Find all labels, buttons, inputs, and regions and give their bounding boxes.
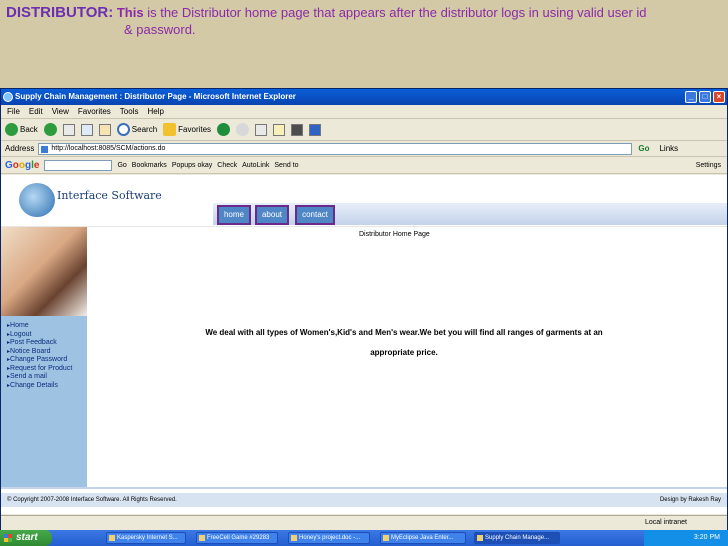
start-button[interactable]: start bbox=[0, 530, 52, 546]
page-content: Interface Software home about contact Ho… bbox=[1, 175, 727, 514]
menu-edit[interactable]: Edit bbox=[29, 105, 43, 118]
footer-divider bbox=[1, 487, 727, 489]
site-logo-text: Interface Software bbox=[57, 189, 162, 202]
copyright-text: © Copyright 2007-2008 Interface Software… bbox=[7, 497, 177, 503]
google-go-button[interactable]: Go bbox=[117, 162, 126, 169]
minimize-button[interactable]: _ bbox=[685, 91, 697, 103]
task-supply-chain[interactable]: Supply Chain Manage... bbox=[474, 532, 560, 544]
operator-photo bbox=[1, 227, 87, 316]
ie-icon bbox=[3, 92, 13, 102]
sendto-button[interactable]: Send to bbox=[274, 162, 298, 169]
tool-icon[interactable] bbox=[291, 123, 304, 136]
task-myeclipse[interactable]: MyEclipse Java Enter... bbox=[380, 532, 466, 544]
menu-help[interactable]: Help bbox=[147, 105, 163, 118]
nav-home[interactable]: home bbox=[217, 205, 251, 225]
go-button[interactable]: Go bbox=[638, 144, 649, 153]
google-toolbar: Google Go Bookmarks Popups okay Check Au… bbox=[1, 157, 727, 174]
edit-icon[interactable] bbox=[273, 123, 286, 136]
check-button[interactable]: Check bbox=[217, 162, 237, 169]
forward-button[interactable] bbox=[43, 123, 57, 136]
nav-about[interactable]: about bbox=[255, 205, 289, 225]
sidebar-item-change-details[interactable]: Change Details bbox=[7, 382, 87, 391]
menu-favorites[interactable]: Favorites bbox=[78, 105, 111, 118]
menu-file[interactable]: File bbox=[7, 105, 20, 118]
bookmarks-button[interactable]: Bookmarks bbox=[132, 162, 167, 169]
window-title: Supply Chain Management : Distributor Pa… bbox=[15, 92, 296, 101]
back-button[interactable]: Back bbox=[5, 123, 38, 136]
links-button[interactable]: Links bbox=[659, 144, 678, 153]
page-body: We deal with all types of Women's,Kid's … bbox=[203, 323, 605, 363]
back-arrow-icon bbox=[5, 123, 18, 136]
autolink-button[interactable]: AutoLink bbox=[242, 162, 269, 169]
body-line-1: We deal with all types of Women's,Kid's … bbox=[205, 328, 603, 337]
slide-caption: DISTRIBUTOR: This is the Distributor hom… bbox=[6, 4, 722, 38]
stop-icon[interactable] bbox=[62, 123, 75, 136]
toolbar: Back Search Favorites bbox=[1, 119, 727, 141]
title-bar: Supply Chain Management : Distributor Pa… bbox=[1, 89, 727, 105]
site-footer: © Copyright 2007-2008 Interface Software… bbox=[1, 493, 727, 507]
sidebar-item-change-password[interactable]: Change Password bbox=[7, 356, 87, 365]
maximize-button[interactable]: □ bbox=[699, 91, 711, 103]
search-icon bbox=[116, 123, 130, 136]
settings-button[interactable]: Settings bbox=[696, 162, 721, 169]
menu-view[interactable]: View bbox=[52, 105, 69, 118]
caption-lead: DISTRIBUTOR: bbox=[6, 4, 114, 21]
site-nav: home about contact bbox=[213, 203, 727, 225]
menu-tools[interactable]: Tools bbox=[120, 105, 139, 118]
google-logo: Google bbox=[5, 159, 40, 171]
sidebar-menu: Home Logout Post Feedback Notice Board C… bbox=[1, 316, 87, 487]
sidebar-item-send-mail[interactable]: Send a mail bbox=[7, 373, 87, 382]
task-word-doc[interactable]: Honey's project.doc -... bbox=[288, 532, 370, 544]
sidebar-item-notice-board[interactable]: Notice Board bbox=[7, 348, 87, 357]
task-freecell[interactable]: FreeCell Game #29283 bbox=[196, 532, 278, 544]
status-bar: Local intranet bbox=[1, 515, 727, 529]
logo-globe-icon bbox=[19, 183, 55, 217]
close-button[interactable]: × bbox=[713, 91, 725, 103]
address-label: Address bbox=[5, 144, 35, 153]
page-title: Distributor Home Page bbox=[359, 231, 430, 238]
sidebar-item-home[interactable]: Home bbox=[7, 322, 87, 331]
sidebar-item-logout[interactable]: Logout bbox=[7, 331, 87, 340]
caption-line1: is the Distributor home page that appear… bbox=[143, 5, 647, 20]
caption-this: This bbox=[116, 5, 144, 20]
site-header: Interface Software home about contact bbox=[1, 175, 727, 227]
task-kaspersky[interactable]: Kaspersky Internet S... bbox=[106, 532, 186, 544]
sidebar-item-post-feedback[interactable]: Post Feedback bbox=[7, 339, 87, 348]
zone-label: Local intranet bbox=[644, 519, 687, 526]
search-button[interactable]: Search bbox=[116, 123, 157, 136]
system-tray: 3:20 PM bbox=[644, 530, 728, 546]
body-line-2: appropriate price. bbox=[370, 348, 438, 357]
popups-button[interactable]: Popups okay bbox=[172, 162, 212, 169]
nav-contact[interactable]: contact bbox=[295, 205, 335, 225]
taskbar: start Kaspersky Internet S... FreeCell G… bbox=[0, 530, 728, 546]
home-icon[interactable] bbox=[98, 123, 111, 136]
design-credit: Design by Rakesh Ray bbox=[659, 497, 721, 503]
menu-bar: File Edit View Favorites Tools Help bbox=[1, 105, 727, 119]
print-icon[interactable] bbox=[255, 123, 268, 136]
address-bar: Address http://localhost:8085/SCM/action… bbox=[1, 141, 727, 157]
favorites-button[interactable]: Favorites bbox=[163, 123, 211, 136]
messenger-icon[interactable] bbox=[309, 123, 322, 136]
star-icon bbox=[163, 123, 177, 136]
clock[interactable]: 3:20 PM bbox=[694, 534, 720, 541]
refresh-icon[interactable] bbox=[80, 123, 93, 136]
google-search-input[interactable] bbox=[44, 159, 113, 171]
mail-icon[interactable] bbox=[236, 123, 250, 136]
browser-window: Supply Chain Management : Distributor Pa… bbox=[0, 88, 728, 546]
address-input[interactable]: http://localhost:8085/SCM/actions.do bbox=[38, 142, 633, 155]
caption-line2: & password. bbox=[124, 22, 196, 37]
sidebar-item-request-product[interactable]: Request for Product bbox=[7, 365, 87, 374]
history-icon[interactable] bbox=[217, 123, 231, 136]
